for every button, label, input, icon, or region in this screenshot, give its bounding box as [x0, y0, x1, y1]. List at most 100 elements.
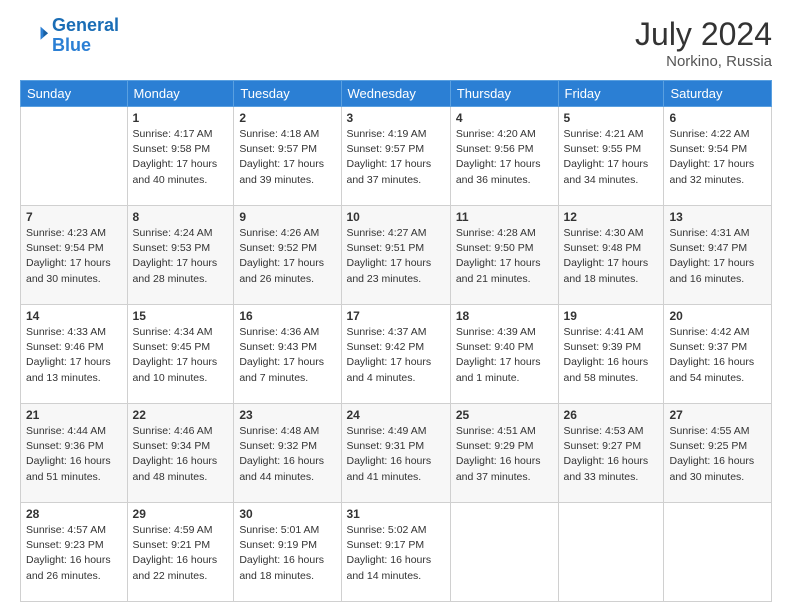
calendar-cell: 10Sunrise: 4:27 AM Sunset: 9:51 PM Dayli…	[341, 206, 450, 305]
calendar-cell: 26Sunrise: 4:53 AM Sunset: 9:27 PM Dayli…	[558, 404, 664, 503]
weekday-header-tuesday: Tuesday	[234, 81, 341, 107]
day-info: Sunrise: 4:59 AM Sunset: 9:21 PM Dayligh…	[133, 523, 229, 584]
calendar-cell: 18 Sunrise: 4:39 AM Sunset: 9:40 PM Dayli…	[450, 305, 558, 404]
day-info: Sunrise: 4:21 AM Sunset: 9:55 PM Dayligh…	[564, 127, 659, 188]
calendar-cell: 5 Sunrise: 4:21 AM Sunset: 9:55 PM Daylig…	[558, 107, 664, 206]
calendar-cell	[558, 503, 664, 602]
day-info: Sunrise: 4:51 AM Sunset: 9:29 PM Dayligh…	[456, 424, 553, 485]
day-number: 22	[133, 408, 229, 422]
calendar-cell: 8 Sunrise: 4:24 AM Sunset: 9:53 PM Daylig…	[127, 206, 234, 305]
logo-line1: General	[52, 15, 119, 35]
calendar-cell: 4 Sunrise: 4:20 AM Sunset: 9:56 PM Daylig…	[450, 107, 558, 206]
calendar-cell: 1 Sunrise: 4:17 AM Sunset: 9:58 PM Daylig…	[127, 107, 234, 206]
calendar-cell: 28 Sunrise: 4:57 AM Sunset: 9:23 PM Dayli…	[21, 503, 128, 602]
day-info: Sunrise: 4:57 AM Sunset: 9:23 PM Dayligh…	[26, 523, 122, 584]
day-number: 16	[239, 309, 335, 323]
day-number: 4	[456, 111, 553, 125]
day-number: 18	[456, 309, 553, 323]
day-info: Sunrise: 4:24 AM Sunset: 9:53 PM Dayligh…	[133, 226, 229, 287]
weekday-header-sunday: Sunday	[21, 81, 128, 107]
day-number: 11	[456, 210, 553, 224]
calendar-cell: 31 Sunrise: 5:02 AM Sunset: 9:17 PM Dayli…	[341, 503, 450, 602]
calendar-cell: 20 Sunrise: 4:42 AM Sunset: 9:37 PM Dayli…	[664, 305, 772, 404]
calendar-cell: 7Sunrise: 4:23 AM Sunset: 9:54 PM Daylig…	[21, 206, 128, 305]
month-year: July 2024	[635, 16, 772, 53]
day-number: 27	[669, 408, 766, 422]
week-row-5: 28 Sunrise: 4:57 AM Sunset: 9:23 PM Dayli…	[21, 503, 772, 602]
day-number: 28	[26, 507, 122, 521]
weekday-header-friday: Friday	[558, 81, 664, 107]
weekday-header-saturday: Saturday	[664, 81, 772, 107]
weekday-header-monday: Monday	[127, 81, 234, 107]
week-row-3: 14 Sunrise: 4:33 AM Sunset: 9:46 PM Dayli…	[21, 305, 772, 404]
day-info: Sunrise: 4:30 AM Sunset: 9:48 PM Dayligh…	[564, 226, 659, 287]
day-info: Sunrise: 4:36 AM Sunset: 9:43 PM Dayligh…	[239, 325, 335, 386]
calendar-cell: 24Sunrise: 4:49 AM Sunset: 9:31 PM Dayli…	[341, 404, 450, 503]
calendar-cell: 21 Sunrise: 4:44 AM Sunset: 9:36 PM Dayli…	[21, 404, 128, 503]
day-info: Sunrise: 4:20 AM Sunset: 9:56 PM Dayligh…	[456, 127, 553, 188]
day-number: 31	[347, 507, 445, 521]
day-number: 19	[564, 309, 659, 323]
calendar-cell: 25Sunrise: 4:51 AM Sunset: 9:29 PM Dayli…	[450, 404, 558, 503]
calendar-cell: 27 Sunrise: 4:55 AM Sunset: 9:25 PM Dayli…	[664, 404, 772, 503]
calendar-cell: 22 Sunrise: 4:46 AM Sunset: 9:34 PM Dayli…	[127, 404, 234, 503]
day-info: Sunrise: 4:22 AM Sunset: 9:54 PM Dayligh…	[669, 127, 766, 188]
day-number: 1	[133, 111, 229, 125]
calendar-cell: 6 Sunrise: 4:22 AM Sunset: 9:54 PM Daylig…	[664, 107, 772, 206]
week-row-4: 21 Sunrise: 4:44 AM Sunset: 9:36 PM Dayli…	[21, 404, 772, 503]
logo-text: General Blue	[52, 16, 119, 56]
day-info: Sunrise: 4:48 AM Sunset: 9:32 PM Dayligh…	[239, 424, 335, 485]
header: General Blue July 2024 Norkino, Russia	[20, 16, 772, 70]
calendar-table: SundayMondayTuesdayWednesdayThursdayFrid…	[20, 80, 772, 602]
week-row-1: 1 Sunrise: 4:17 AM Sunset: 9:58 PM Daylig…	[21, 107, 772, 206]
day-info: Sunrise: 4:44 AM Sunset: 9:36 PM Dayligh…	[26, 424, 122, 485]
day-number: 23	[239, 408, 335, 422]
location: Norkino, Russia	[635, 53, 772, 70]
day-info: Sunrise: 4:19 AM Sunset: 9:57 PM Dayligh…	[347, 127, 445, 188]
day-number: 5	[564, 111, 659, 125]
day-info: Sunrise: 4:34 AM Sunset: 9:45 PM Dayligh…	[133, 325, 229, 386]
day-info: Sunrise: 4:46 AM Sunset: 9:34 PM Dayligh…	[133, 424, 229, 485]
day-info: Sunrise: 4:53 AM Sunset: 9:27 PM Dayligh…	[564, 424, 659, 485]
day-number: 14	[26, 309, 122, 323]
day-info: Sunrise: 4:55 AM Sunset: 9:25 PM Dayligh…	[669, 424, 766, 485]
day-number: 21	[26, 408, 122, 422]
day-number: 6	[669, 111, 766, 125]
calendar-cell: 29 Sunrise: 4:59 AM Sunset: 9:21 PM Dayli…	[127, 503, 234, 602]
day-info: Sunrise: 4:42 AM Sunset: 9:37 PM Dayligh…	[669, 325, 766, 386]
day-number: 29	[133, 507, 229, 521]
day-info: Sunrise: 4:18 AM Sunset: 9:57 PM Dayligh…	[239, 127, 335, 188]
logo: General Blue	[20, 16, 119, 56]
calendar-cell: 16 Sunrise: 4:36 AM Sunset: 9:43 PM Dayli…	[234, 305, 341, 404]
day-number: 12	[564, 210, 659, 224]
day-number: 20	[669, 309, 766, 323]
day-info: Sunrise: 4:17 AM Sunset: 9:58 PM Dayligh…	[133, 127, 229, 188]
day-number: 3	[347, 111, 445, 125]
logo-icon	[20, 22, 48, 50]
calendar-cell: 17 Sunrise: 4:37 AM Sunset: 9:42 PM Dayli…	[341, 305, 450, 404]
day-info: Sunrise: 4:39 AM Sunset: 9:40 PM Dayligh…	[456, 325, 553, 386]
weekday-header-row: SundayMondayTuesdayWednesdayThursdayFrid…	[21, 81, 772, 107]
calendar-cell: 3 Sunrise: 4:19 AM Sunset: 9:57 PM Daylig…	[341, 107, 450, 206]
day-info: Sunrise: 4:23 AM Sunset: 9:54 PM Dayligh…	[26, 226, 122, 287]
day-info: Sunrise: 4:31 AM Sunset: 9:47 PM Dayligh…	[669, 226, 766, 287]
weekday-header-wednesday: Wednesday	[341, 81, 450, 107]
day-info: Sunrise: 4:37 AM Sunset: 9:42 PM Dayligh…	[347, 325, 445, 386]
day-info: Sunrise: 4:28 AM Sunset: 9:50 PM Dayligh…	[456, 226, 553, 287]
calendar-cell: 12 Sunrise: 4:30 AM Sunset: 9:48 PM Dayli…	[558, 206, 664, 305]
calendar-cell	[664, 503, 772, 602]
calendar-cell: 13 Sunrise: 4:31 AM Sunset: 9:47 PM Dayli…	[664, 206, 772, 305]
day-number: 17	[347, 309, 445, 323]
day-number: 8	[133, 210, 229, 224]
calendar-cell: 2Sunrise: 4:18 AM Sunset: 9:57 PM Daylig…	[234, 107, 341, 206]
day-number: 30	[239, 507, 335, 521]
day-number: 13	[669, 210, 766, 224]
day-info: Sunrise: 5:02 AM Sunset: 9:17 PM Dayligh…	[347, 523, 445, 584]
day-number: 15	[133, 309, 229, 323]
title-block: July 2024 Norkino, Russia	[635, 16, 772, 70]
calendar-cell: 15 Sunrise: 4:34 AM Sunset: 9:45 PM Dayli…	[127, 305, 234, 404]
calendar-cell: 30Sunrise: 5:01 AM Sunset: 9:19 PM Dayli…	[234, 503, 341, 602]
calendar-cell: 23 Sunrise: 4:48 AM Sunset: 9:32 PM Dayli…	[234, 404, 341, 503]
day-number: 10	[347, 210, 445, 224]
day-info: Sunrise: 4:33 AM Sunset: 9:46 PM Dayligh…	[26, 325, 122, 386]
